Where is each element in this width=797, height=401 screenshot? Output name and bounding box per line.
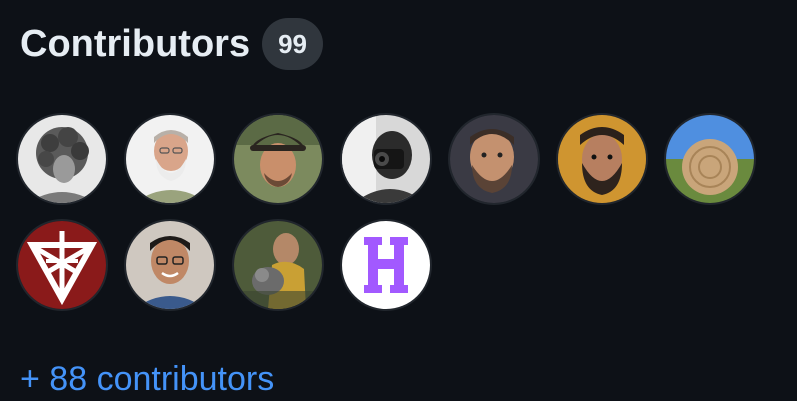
person-dark-beard-icon (558, 115, 646, 203)
avatar-11[interactable] (342, 221, 430, 309)
person-curly-hair-bw-icon (18, 115, 106, 203)
avatar-2[interactable] (126, 115, 214, 203)
person-smiling-glasses-icon (126, 221, 214, 309)
avatar-8[interactable] (18, 221, 106, 309)
contributors-panel: Contributors 99 + 88 contributors (0, 0, 797, 401)
avatar-1[interactable] (18, 115, 106, 203)
avatar-3[interactable] (234, 115, 322, 203)
person-with-dog-icon (234, 221, 322, 309)
avatar-10[interactable] (234, 221, 322, 309)
avatar-5[interactable] (450, 115, 538, 203)
avatar-6[interactable] (558, 115, 646, 203)
avatar-4[interactable] (342, 115, 430, 203)
letter-h-logo-icon (342, 221, 430, 309)
person-bearded-icon (450, 115, 538, 203)
contributors-header: Contributors 99 (20, 18, 323, 70)
person-white-beard-icon (126, 115, 214, 203)
person-camera-bw-icon (342, 115, 430, 203)
avatar-7[interactable] (666, 115, 754, 203)
more-contributors-link[interactable]: + 88 contributors (20, 357, 274, 401)
contributors-count-badge: 99 (262, 18, 323, 70)
contributors-title-link[interactable]: Contributors (20, 18, 250, 70)
contributor-avatars (18, 115, 778, 309)
geometric-triangle-logo-icon (18, 221, 106, 309)
person-hat-icon (234, 115, 322, 203)
avatar-9[interactable] (126, 221, 214, 309)
hay-bale-sky-icon (666, 115, 754, 203)
